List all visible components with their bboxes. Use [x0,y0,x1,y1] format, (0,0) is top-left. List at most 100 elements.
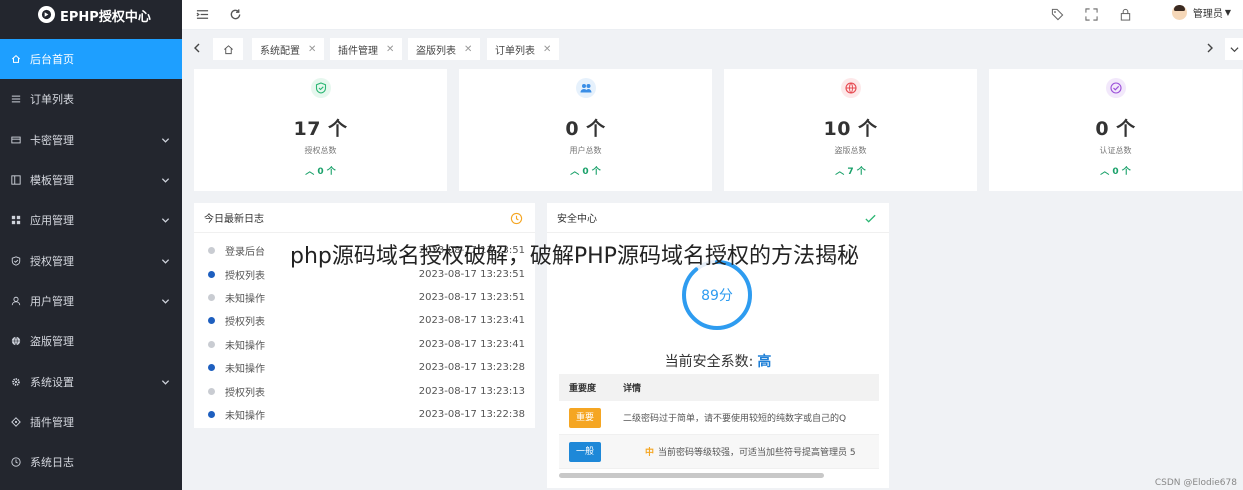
log-time: 2023-08-17 13:23:41 [418,315,525,327]
stat-value: 0 个 [565,118,606,140]
sidebar-item-6[interactable]: 用户管理 [0,281,182,321]
log-action: 未知操作 [225,340,265,352]
tab-order-list[interactable]: 订单列表 ✕ [487,38,560,60]
sidebar-item-1[interactable]: 订单列表 [0,79,182,119]
sidebar-item-label: 授权管理 [30,254,74,268]
security-panel-header: 安全中心 [547,203,889,233]
close-icon[interactable]: ✕ [386,44,394,55]
list-icon [10,93,22,105]
log-time: 2023-08-17 13:22:38 [418,408,525,420]
sidebar-item-3[interactable]: 模板管理 [0,160,182,200]
sidebar-item-label: 用户管理 [30,294,74,308]
log-time: 2023-08-17 13:23:51 [418,291,525,303]
log-action: 授权列表 [225,387,265,399]
sidebar-item-label: 后台首页 [30,53,74,67]
stat-card: 17 个授权总数 ︿ 0 个 [194,69,447,191]
list-item: 授权列表 2023-08-17 13:23:41 [194,309,535,332]
chevron-down-icon [161,137,170,143]
log-action: 授权列表 [225,317,265,329]
user-name: 管理员 [1192,9,1223,20]
tabs-next-icon[interactable] [1203,41,1217,55]
shield-icon [10,255,22,267]
log-action: 授权列表 [225,270,265,282]
tab-label: 系统配置 [260,45,300,57]
brand[interactable]: EPHP授权中心 [0,0,182,30]
watermark: CSDN @Elodie678 [1154,478,1237,488]
shield-check-icon [310,78,331,98]
sidebar: EPHP授权中心 后台首页订单列表卡密管理模板管理应用管理授权管理用户管理盗版管… [0,0,182,490]
clock-icon [510,212,523,225]
gear-icon [10,376,22,388]
tab-piracy-list[interactable]: 盗版列表 ✕ [408,38,481,60]
sidebar-item-label: 插件管理 [30,415,74,429]
tab-system-config[interactable]: 系统配置 ✕ [252,38,325,60]
stat-change-value: 7 个 [847,167,866,177]
menu-toggle-icon[interactable] [195,7,210,22]
column-header-importance: 重要度 [569,384,597,394]
stat-label: 认证总数 [1099,146,1132,155]
caret-down-icon: ▼ [1224,8,1231,17]
stat-value: 0 个 [1095,118,1136,140]
sidebar-item-label: 应用管理 [30,214,74,228]
timeline-dot [208,410,215,418]
user-menu[interactable]: 管理员 ▼ [1171,5,1231,20]
tabs-prev-icon[interactable] [190,41,204,55]
stat-value: 17 个 [293,118,348,140]
sidebar-item-label: 模板管理 [30,174,74,188]
stat-value: 10 个 [823,118,878,140]
top-header: 管理员 ▼ [182,0,1243,30]
app-title: EPHP授权中心 [60,9,151,25]
horizontal-scrollbar[interactable] [559,473,824,478]
stat-label: 用户总数 [569,146,602,155]
close-icon[interactable]: ✕ [308,44,316,55]
log-action: 未知操作 [225,364,265,376]
list-item: 未知操作 2023-08-17 13:22:38 [194,403,535,426]
sidebar-item-2[interactable]: 卡密管理 [0,120,182,160]
tabs-dropdown[interactable] [1225,38,1243,60]
sidebar-item-8[interactable]: 系统设置 [0,361,182,401]
tab-label: 插件管理 [338,45,378,57]
sidebar-item-10[interactable]: 系统日志 [0,442,182,482]
stat-change: ︿ 7 个 [724,164,977,177]
table-header: 重要度 详情 [559,374,879,401]
tag-icon[interactable] [1050,7,1065,22]
tab-label: 订单列表 [495,45,535,57]
sidebar-item-7[interactable]: 盗版管理 [0,321,182,361]
sidebar-item-4[interactable]: 应用管理 [0,200,182,240]
chevron-down-icon [161,299,170,304]
list-item: 未知操作 2023-08-17 13:23:28 [194,356,535,379]
tab-home[interactable] [213,38,243,60]
chevron-down-icon [161,178,170,183]
timeline-dot [208,340,215,348]
lock-icon[interactable] [1118,7,1133,22]
plugin-icon [10,416,22,428]
check-circle-icon [1105,78,1126,98]
arrow-up-icon: ︿ [835,167,845,177]
timeline-dot [208,364,215,372]
list-item: 未知操作 2023-08-17 13:23:51 [194,286,535,309]
stat-change-value: 0 个 [582,167,601,177]
fullscreen-icon[interactable] [1084,7,1099,22]
sidebar-item-9[interactable]: 插件管理 [0,402,182,442]
sidebar-item-0[interactable]: 后台首页 [0,39,182,80]
timeline-dot [208,387,215,395]
refresh-icon[interactable] [228,7,243,22]
detail-text: 二级密码过于简单，请不要使用较短的纯数字或自己的Q [623,414,847,424]
log-action: 未知操作 [225,293,265,305]
timeline-dot [208,317,215,325]
sidebar-item-label: 订单列表 [30,93,74,107]
sidebar-item-5[interactable]: 授权管理 [0,240,182,280]
timeline-dot [208,247,215,255]
sidebar-item-label: 卡密管理 [30,133,74,147]
close-icon[interactable]: ✕ [464,44,472,55]
close-icon[interactable]: ✕ [543,44,551,55]
sidebar-menu: 后台首页订单列表卡密管理模板管理应用管理授权管理用户管理盗版管理系统设置插件管理… [0,39,182,482]
timeline-dot [208,270,215,278]
stat-card: 0 个认证总数 ︿ 0 个 [989,69,1242,191]
arrow-up-icon: ︿ [570,167,580,177]
log-time: 2023-08-17 13:23:41 [418,338,525,350]
tab-plugin-manage[interactable]: 插件管理 ✕ [330,38,403,60]
sidebar-item-label: 盗版管理 [30,335,74,349]
security-panel-title: 安全中心 [557,214,597,225]
stat-change-value: 0 个 [317,167,336,177]
